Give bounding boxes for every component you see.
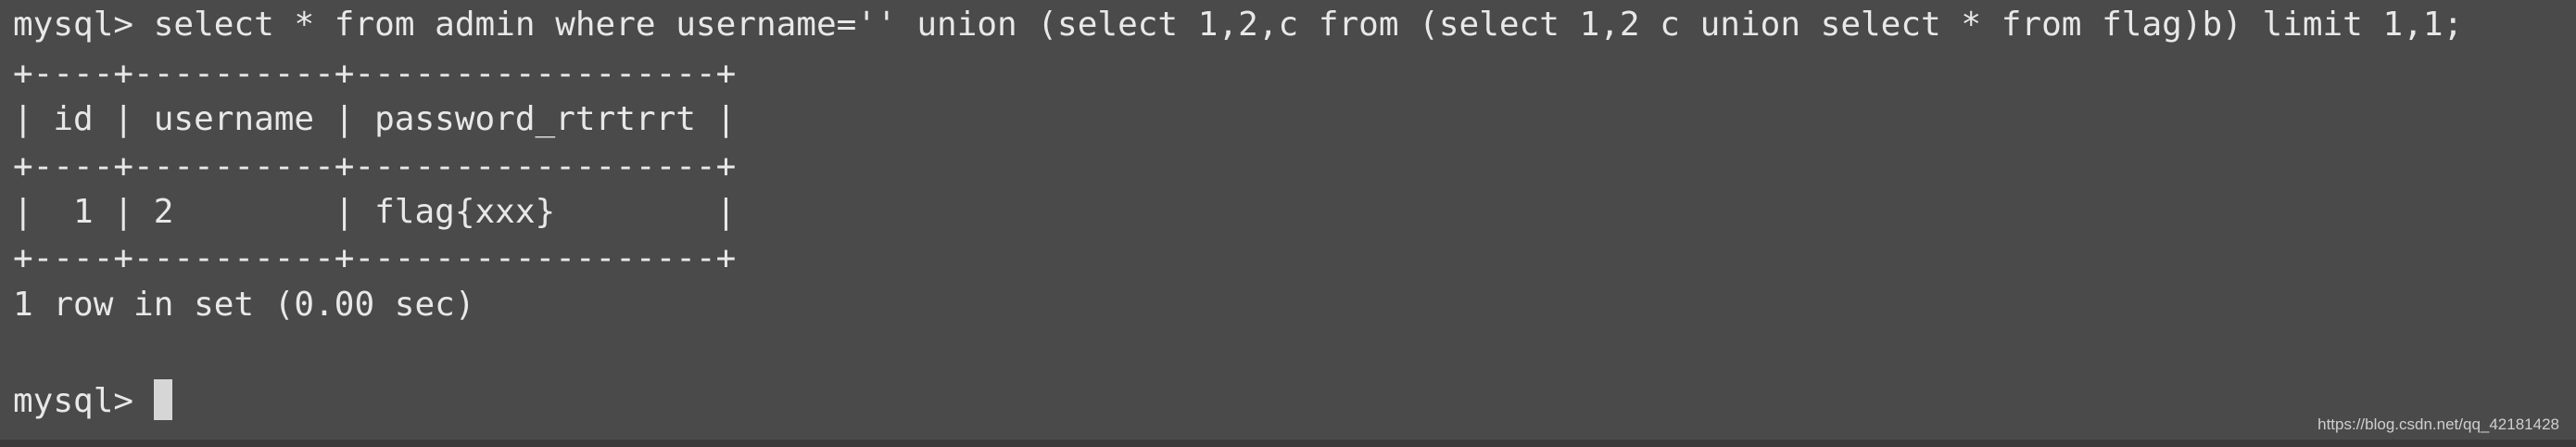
bottom-edge	[0, 440, 2576, 447]
sql-command: select * from admin where username='' un…	[153, 6, 2464, 44]
command-line: mysql> select * from admin where usernam…	[13, 2, 2463, 48]
table-border-bottom: +----+----------+------------------+	[13, 239, 737, 277]
mysql-prompt: mysql>	[13, 6, 134, 44]
table-border-top: +----+----------+------------------+	[13, 55, 737, 93]
mysql-prompt-next: mysql>	[13, 382, 134, 420]
text-cursor[interactable]	[154, 379, 173, 420]
table-border-middle: +----+----------+------------------+	[13, 147, 737, 185]
terminal-window[interactable]: mysql> select * from admin where usernam…	[0, 0, 2576, 440]
table-header-row: | id | username | password_rtrtrrt |	[13, 100, 737, 138]
result-summary: 1 row in set (0.00 sec)	[13, 286, 475, 324]
table-data-row: | 1 | 2 | flag{xxx} |	[13, 193, 737, 231]
input-line[interactable]: mysql>	[13, 378, 173, 425]
watermark-url: https://blog.csdn.net/qq_42181428	[2317, 415, 2559, 433]
